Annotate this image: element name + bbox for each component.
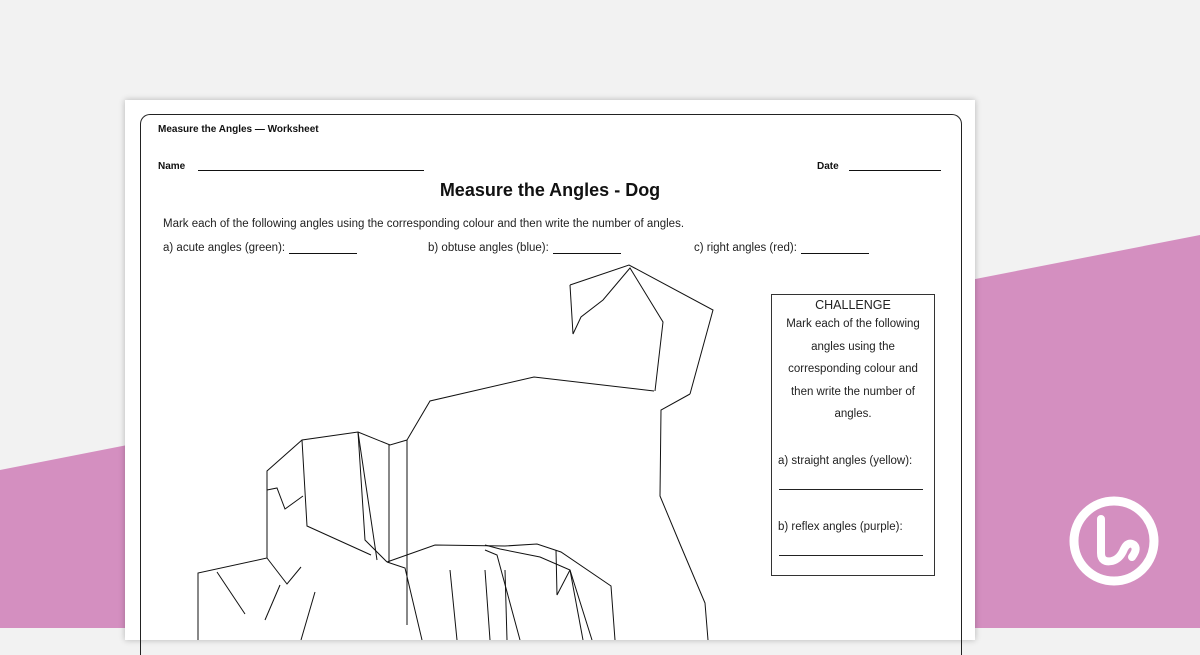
challenge-title: CHALLENGE [815, 298, 891, 312]
challenge-line-2: angles using the [811, 340, 895, 353]
worksheet-page: Measure the Angles — Worksheet Name Date… [125, 100, 975, 655]
challenge-line-5: angles. [834, 408, 872, 420]
challenge-line-4: then write the number of [790, 385, 915, 398]
challenge-box: CHALLENGE Mark each of the following ang… [771, 294, 935, 576]
challenge-question-reflex: b) reflex angles (purple): [778, 521, 903, 533]
teach-starter-logo-icon [1069, 496, 1159, 586]
challenge-instructions: Mark each of the following angles using … [772, 313, 934, 426]
answer-blank-straight [779, 489, 923, 490]
answer-blank-reflex [779, 555, 923, 556]
challenge-question-straight: a) straight angles (yellow): [778, 455, 913, 467]
challenge-line-3: corresponding colour and [788, 363, 918, 375]
challenge-line-1: Mark each of the following [786, 318, 920, 330]
